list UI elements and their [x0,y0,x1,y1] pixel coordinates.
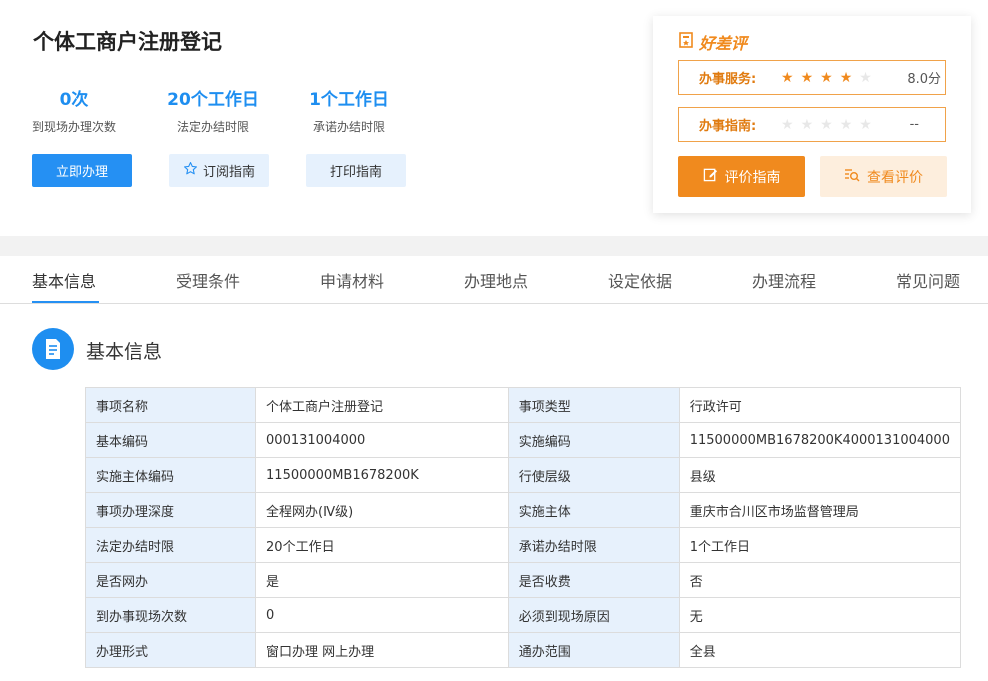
star-icon: ★ [859,116,872,133]
field-label: 是否网办 [84,562,257,598]
field-value: 20个工作日 [255,527,509,563]
star-outline-icon [183,161,198,180]
star-icon: ★ [839,116,853,133]
guide-stars: ★ ★ ★ ★ ★ [781,117,872,133]
star-icon: ★ [800,69,814,86]
field-value: 县级 [678,457,962,493]
table-row: 法定办结时限 20个工作日 承诺办结时限 1个工作日 [84,527,962,563]
field-value: 个体工商户注册登记 [255,387,509,423]
rating-title-text: 好差评 [699,34,748,53]
field-value: 11500000MB1678200K [255,457,509,493]
tab-acceptance-conditions[interactable]: 受理条件 [176,268,240,292]
field-label: 实施主体 [507,492,680,528]
section-divider [0,236,988,256]
stat-label: 到现场办理次数 [31,120,116,134]
stat-visits: 0次 到现场办理次数 [14,88,134,135]
stat-value: 1个工作日 [309,90,389,110]
stat-label: 承诺办结时限 [312,120,385,134]
tab-location[interactable]: 办理地点 [464,268,528,292]
page-title: 个体工商户注册登记 [33,30,222,54]
guide-rating-label: 办事指南: [699,119,757,134]
field-value: 窗口办理 网上办理 [255,632,509,668]
field-label: 实施主体编码 [84,457,257,493]
table-row: 实施主体编码 11500000MB1678200K 行使层级 县级 [84,457,962,493]
section-title: 基本信息 [86,341,163,363]
table-row: 是否网办是是否收费否 [84,562,962,598]
field-value: 0 [255,597,509,633]
rating-card-title: 好差评 [679,30,747,54]
field-label: 通办范围 [507,632,680,668]
field-value: 是 [255,562,509,598]
field-label: 事项类型 [507,387,680,423]
evaluate-guide-label: 评价指南 [724,169,781,186]
field-label: 必须到现场原因 [507,597,680,633]
print-guide-button[interactable]: 打印指南 [306,154,406,187]
star-icon: ★ [820,116,833,133]
table-row: 基本编码 000131004000 实施编码 11500000MB1678200K40… [84,422,962,458]
service-rating-row: 办事服务: ★ ★ ★ ★ ★ 8.0分 [678,60,946,95]
tab-process[interactable]: 办理流程 [752,268,816,292]
table-row: 事项名称 个体工商户注册登记 事项类型 行政许可 [84,387,962,423]
field-label: 是否收费 [507,562,680,598]
service-score: 8.0分 [907,72,941,87]
star-icon: ★ [859,69,872,86]
evaluate-guide-button[interactable]: 评价指南 [678,156,805,197]
tab-legal-basis[interactable]: 设定依据 [608,268,672,292]
stat-label: 法定办结时限 [176,120,249,134]
guide-score: -- [909,117,919,132]
tab-bar: 基本信息 受理条件 申请材料 办理地点 设定依据 办理流程 常见问题 [0,256,988,304]
field-value: 11500000MB1678200K4000131004000 [678,422,962,458]
active-tab-indicator [32,301,99,303]
stat-value: 20个工作日 [167,90,259,110]
field-label: 事项办理深度 [84,492,257,528]
guide-rating-row: 办事指南: ★ ★ ★ ★ ★ -- [678,107,946,142]
subscribe-guide-label: 订阅指南 [202,165,255,180]
star-icon: ★ [839,69,853,86]
stat-value: 0次 [59,90,89,110]
field-value: 行政许可 [678,387,962,423]
field-value: 000131004000 [255,422,509,458]
edit-icon [703,167,718,186]
field-label: 到办事现场次数 [84,597,257,633]
field-value: 否 [678,562,962,598]
field-label: 办理形式 [84,632,257,668]
field-value: 重庆市合川区市场监督管理局 [678,492,962,528]
field-label: 实施编码 [507,422,680,458]
field-value: 全县 [678,632,962,668]
service-rating-label: 办事服务: [699,72,757,87]
handle-now-button[interactable]: 立即办理 [32,154,132,187]
view-reviews-button[interactable]: 查看评价 [820,156,947,197]
star-icon: ★ [781,116,794,133]
stat-legal-time: 20个工作日 法定办结时限 [153,88,273,135]
basic-info-table: 事项名称 个体工商户注册登记 事项类型 行政许可 基本编码 000131004000 实施编… [84,387,962,668]
stat-promised-time: 1个工作日 承诺办结时限 [289,88,409,135]
field-value: 全程网办(Ⅳ级) [255,492,509,528]
tab-basic-info[interactable]: 基本信息 [32,268,96,292]
field-label: 承诺办结时限 [507,527,680,563]
field-label: 法定办结时限 [84,527,257,563]
field-value: 无 [678,597,962,633]
document-icon [32,328,74,370]
subscribe-guide-button[interactable]: 订阅指南 [169,154,269,187]
service-stars: ★ ★ ★ ★ ★ [781,70,872,86]
star-icon: ★ [800,116,814,133]
tab-faq[interactable]: 常见问题 [896,268,960,292]
field-label: 事项名称 [84,387,257,423]
table-row: 事项办理深度 全程网办(Ⅳ级) 实施主体 重庆市合川区市场监督管理局 [84,492,962,528]
view-reviews-label: 查看评价 [867,169,923,186]
table-row: 办理形式 窗口办理 网上办理 通办范围 全县 [84,632,962,668]
table-row: 到办事现场次数 0 必须到现场原因无 [84,597,962,633]
badge-icon [679,32,693,52]
star-icon: ★ [820,69,833,86]
star-icon: ★ [781,69,794,86]
tab-application-materials[interactable]: 申请材料 [320,268,384,292]
search-list-icon [844,167,860,186]
field-label: 行使层级 [507,457,680,493]
rating-card: 好差评 办事服务: ★ ★ ★ ★ ★ 8.0分 办事指南: ★ ★ ★ ★ ★… [653,16,971,213]
field-label: 基本编码 [84,422,257,458]
field-value: 1个工作日 [678,527,962,563]
